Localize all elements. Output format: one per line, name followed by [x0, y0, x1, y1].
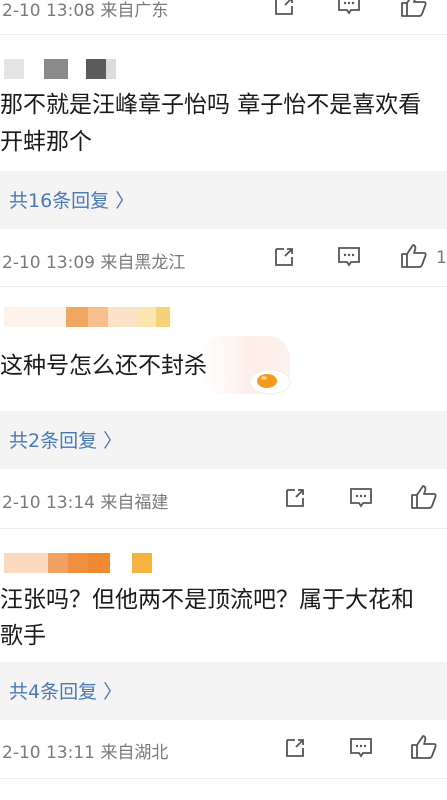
comment-text-line: 这种号怎么还不封杀	[0, 353, 207, 379]
share-icon[interactable]	[283, 736, 307, 760]
share-icon[interactable]	[272, 245, 296, 269]
comment-meta: 2-10 13:09 来自黑龙江	[2, 253, 186, 273]
fried-egg-icon	[248, 366, 292, 396]
comment-meta: 2-10 13:14 来自福建	[2, 493, 169, 513]
comment-meta: 2-10 13:11 来自湖北	[2, 743, 169, 763]
username-blurred[interactable]	[4, 307, 170, 327]
view-replies-link[interactable]: 共4条回复 〉	[9, 677, 122, 704]
divider	[0, 34, 447, 35]
comment-icon[interactable]	[337, 0, 361, 16]
like-count: 1	[436, 248, 447, 268]
divider	[0, 286, 447, 287]
comment-meta: 2-10 13:08 来自广东	[2, 1, 169, 21]
divider	[0, 528, 447, 529]
view-replies-link[interactable]: 共16条回复 〉	[9, 186, 134, 213]
divider	[0, 778, 447, 779]
comment-icon[interactable]	[349, 737, 373, 759]
like-icon[interactable]	[400, 243, 428, 269]
like-icon[interactable]	[410, 734, 438, 760]
like-icon[interactable]	[400, 0, 428, 18]
comment-text-line: 汪张吗？但他两不是顶流吧？属于大花和	[0, 587, 414, 613]
share-icon[interactable]	[272, 0, 296, 18]
comment-text-line: 歌手	[0, 623, 46, 649]
comment-text-line: 那不就是汪峰章子怡吗 章子怡不是喜欢看	[0, 92, 422, 118]
view-replies-link[interactable]: 共2条回复 〉	[9, 426, 122, 453]
replies-panel[interactable]: 共2条回复 〉	[0, 411, 447, 469]
username-blurred[interactable]	[4, 553, 152, 573]
like-icon[interactable]	[410, 484, 438, 510]
comment-icon[interactable]	[337, 246, 361, 268]
replies-panel[interactable]: 共4条回复 〉	[0, 662, 447, 720]
replies-panel[interactable]: 共16条回复 〉	[0, 171, 447, 229]
username-blurred[interactable]	[4, 59, 116, 79]
comment-icon[interactable]	[349, 487, 373, 509]
share-icon[interactable]	[283, 486, 307, 510]
comment-text-line: 开蚌那个	[0, 129, 92, 155]
